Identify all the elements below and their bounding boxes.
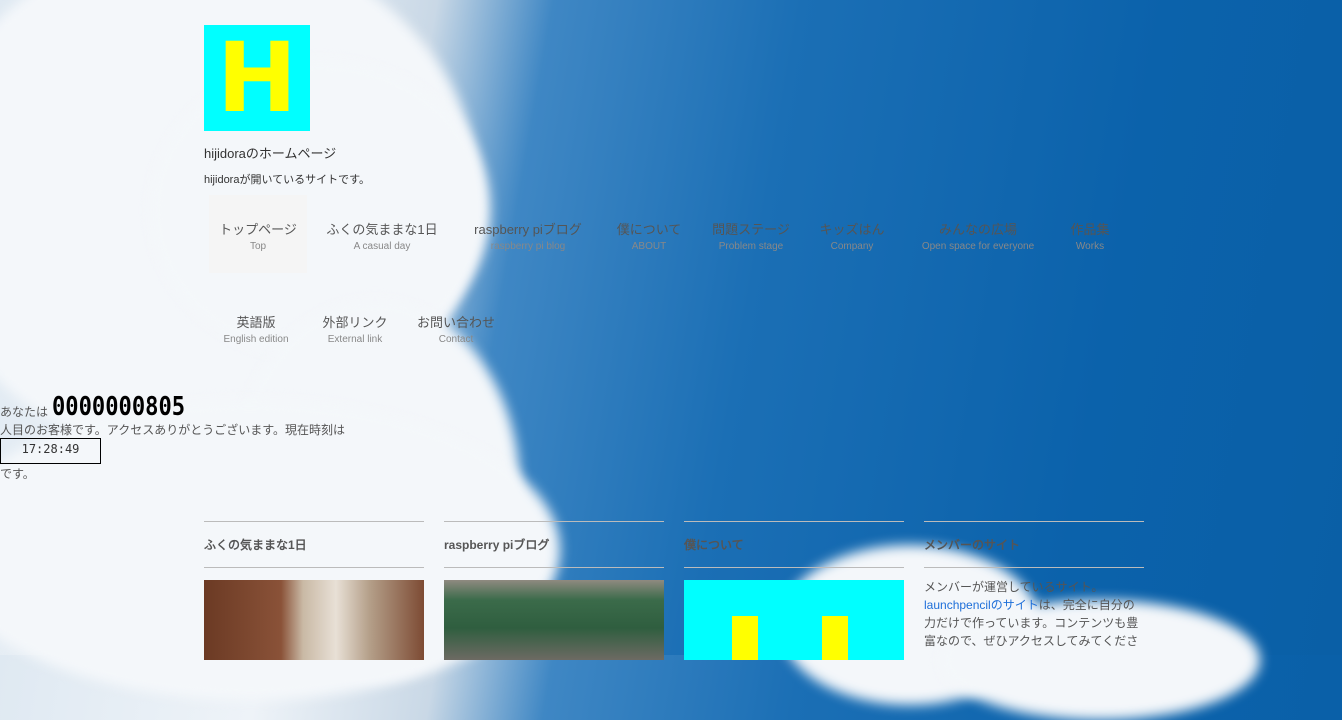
widget-casual-day: ふくの気ままな1日 bbox=[204, 521, 424, 660]
nav-item-contact[interactable]: お問い合わせ Contact bbox=[411, 288, 501, 366]
nav-label: 外部リンク bbox=[322, 315, 388, 330]
widget-about: 僕について bbox=[684, 521, 904, 660]
counter-suffix: です。 bbox=[0, 467, 35, 481]
logo-letter: H bbox=[216, 22, 298, 134]
nav-label: ふくの気ままな1日 bbox=[326, 222, 438, 237]
nav-label: raspberry piブログ bbox=[474, 222, 582, 237]
nav-sublabel: External link bbox=[327, 334, 383, 345]
nav-item-open-space[interactable]: みんなの広場 Open space for everyone bbox=[909, 195, 1047, 273]
widget-title: メンバーのサイト bbox=[924, 521, 1144, 568]
nav-item-external-link[interactable]: 外部リンク External link bbox=[313, 288, 397, 366]
nav-label: 問題ステージ bbox=[712, 222, 790, 237]
launchpencil-link[interactable]: launchpencilのサイト bbox=[924, 598, 1039, 612]
nav-sublabel: ABOUT bbox=[631, 241, 667, 252]
widget-text: メンバーが運営しているサイト。 launchpencilのサイトは、完全に自分の… bbox=[924, 578, 1144, 650]
nav-sublabel: Works bbox=[1075, 241, 1105, 252]
nav-label: トップページ bbox=[219, 222, 297, 237]
counter-prefix: あなたは bbox=[0, 405, 49, 419]
nav-label: 英語版 bbox=[236, 315, 276, 330]
nav-sublabel: Open space for everyone bbox=[921, 241, 1035, 252]
profile-logo-image[interactable] bbox=[684, 580, 904, 660]
nav-label: キッズはん bbox=[819, 222, 885, 237]
widget-member-sites: メンバーのサイト メンバーが運営しているサイト。 launchpencilのサイ… bbox=[924, 521, 1144, 650]
nav-sublabel: Problem stage bbox=[718, 241, 784, 252]
nav-sublabel: A casual day bbox=[353, 241, 411, 252]
counter-message: 人目のお客様です。アクセスありがとうございます。現在時刻は bbox=[0, 423, 346, 437]
nav-item-company[interactable]: キッズはん Company bbox=[809, 195, 895, 273]
nav-item-english[interactable]: 英語版 English edition bbox=[209, 288, 303, 366]
nav-item-casual-day[interactable]: ふくの気ままな1日 A casual day bbox=[317, 195, 447, 273]
widget-title[interactable]: 僕について bbox=[684, 521, 904, 568]
nav-item-works[interactable]: 作品集 Works bbox=[1059, 195, 1121, 273]
nav-label: お問い合わせ bbox=[416, 315, 495, 330]
widget-title[interactable]: raspberry piブログ bbox=[444, 521, 664, 568]
site-logo[interactable]: H bbox=[204, 25, 310, 131]
nav-label: 作品集 bbox=[1070, 222, 1110, 237]
nav-label: みんなの広場 bbox=[938, 222, 1017, 237]
site-title[interactable]: hijidoraのホームページ bbox=[204, 143, 336, 162]
nav-sublabel: raspberry pi blog bbox=[490, 241, 566, 252]
access-counter: 0000000805 bbox=[52, 392, 186, 422]
clock-display: 17:28:49 bbox=[0, 438, 101, 464]
nav-sublabel: Top bbox=[249, 241, 267, 252]
nav-item-problem-stage[interactable]: 問題ステージ Problem stage bbox=[703, 195, 799, 273]
nav-sublabel: English edition bbox=[223, 334, 289, 345]
post-thumbnail-image[interactable] bbox=[204, 580, 424, 660]
site-description: hijidoraが開いているサイトです。 bbox=[204, 174, 371, 186]
nav-sublabel: Company bbox=[830, 241, 874, 252]
member-text-intro: メンバーが運営しているサイト。 bbox=[924, 580, 1104, 594]
widget-raspberry-pi-blog: raspberry piブログ bbox=[444, 521, 664, 660]
widget-title[interactable]: ふくの気ままな1日 bbox=[204, 521, 424, 568]
post-thumbnail-image[interactable] bbox=[444, 580, 664, 660]
nav-item-raspberry-pi-blog[interactable]: raspberry piブログ raspberry pi blog bbox=[459, 195, 597, 273]
nav-item-top[interactable]: トップページ Top bbox=[209, 195, 307, 273]
nav-label: 僕について bbox=[616, 222, 682, 237]
nav-item-about[interactable]: 僕について ABOUT bbox=[607, 195, 691, 273]
nav-sublabel: Contact bbox=[438, 334, 474, 345]
